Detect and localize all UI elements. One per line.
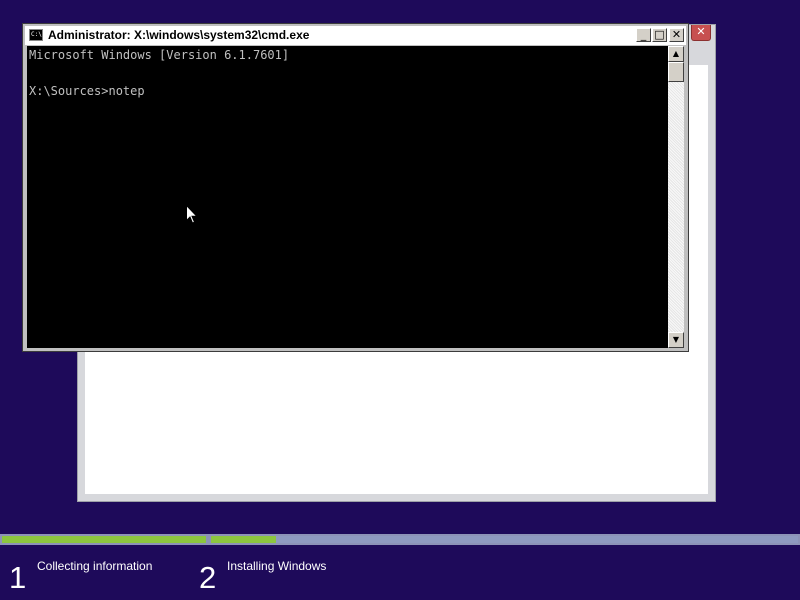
console-text[interactable]: Microsoft Windows [Version 6.1.7601] X:\…	[27, 46, 668, 100]
cmd-window: C:\ Administrator: X:\windows\system32\c…	[22, 23, 689, 352]
mouse-pointer-icon	[186, 205, 198, 224]
progress-fill	[211, 536, 276, 543]
scroll-down-arrow-icon[interactable]: ▼	[668, 332, 684, 348]
cmd-app-icon[interactable]: C:\	[29, 29, 43, 41]
progress-fill	[2, 536, 206, 543]
setup-steps: 1 Collecting information 2 Installing Wi…	[0, 556, 800, 600]
step-number: 2	[199, 560, 217, 595]
setup-close-button[interactable]: ✕	[691, 25, 711, 41]
console-output[interactable]: Microsoft Windows [Version 6.1.7601] X:\…	[27, 46, 668, 348]
cmd-window-title: Administrator: X:\windows\system32\cmd.e…	[48, 28, 310, 42]
scroll-up-arrow-icon[interactable]: ▲	[668, 46, 684, 62]
progress-segment-installing	[211, 536, 798, 543]
setup-progress-bar	[0, 534, 800, 545]
scrollbar-thumb[interactable]	[668, 62, 684, 82]
step-number: 1	[9, 560, 27, 595]
close-button[interactable]: ✕	[669, 28, 684, 42]
step-label: Collecting information	[37, 559, 153, 573]
progress-segment-collecting	[2, 536, 206, 543]
maximize-button[interactable]: □	[652, 28, 667, 42]
minimize-button[interactable]: _	[636, 28, 651, 42]
cmd-title-bar[interactable]: C:\ Administrator: X:\windows\system32\c…	[25, 26, 686, 45]
step-label: Installing Windows	[227, 559, 327, 573]
vertical-scrollbar[interactable]: ▲ ▼	[668, 46, 684, 348]
